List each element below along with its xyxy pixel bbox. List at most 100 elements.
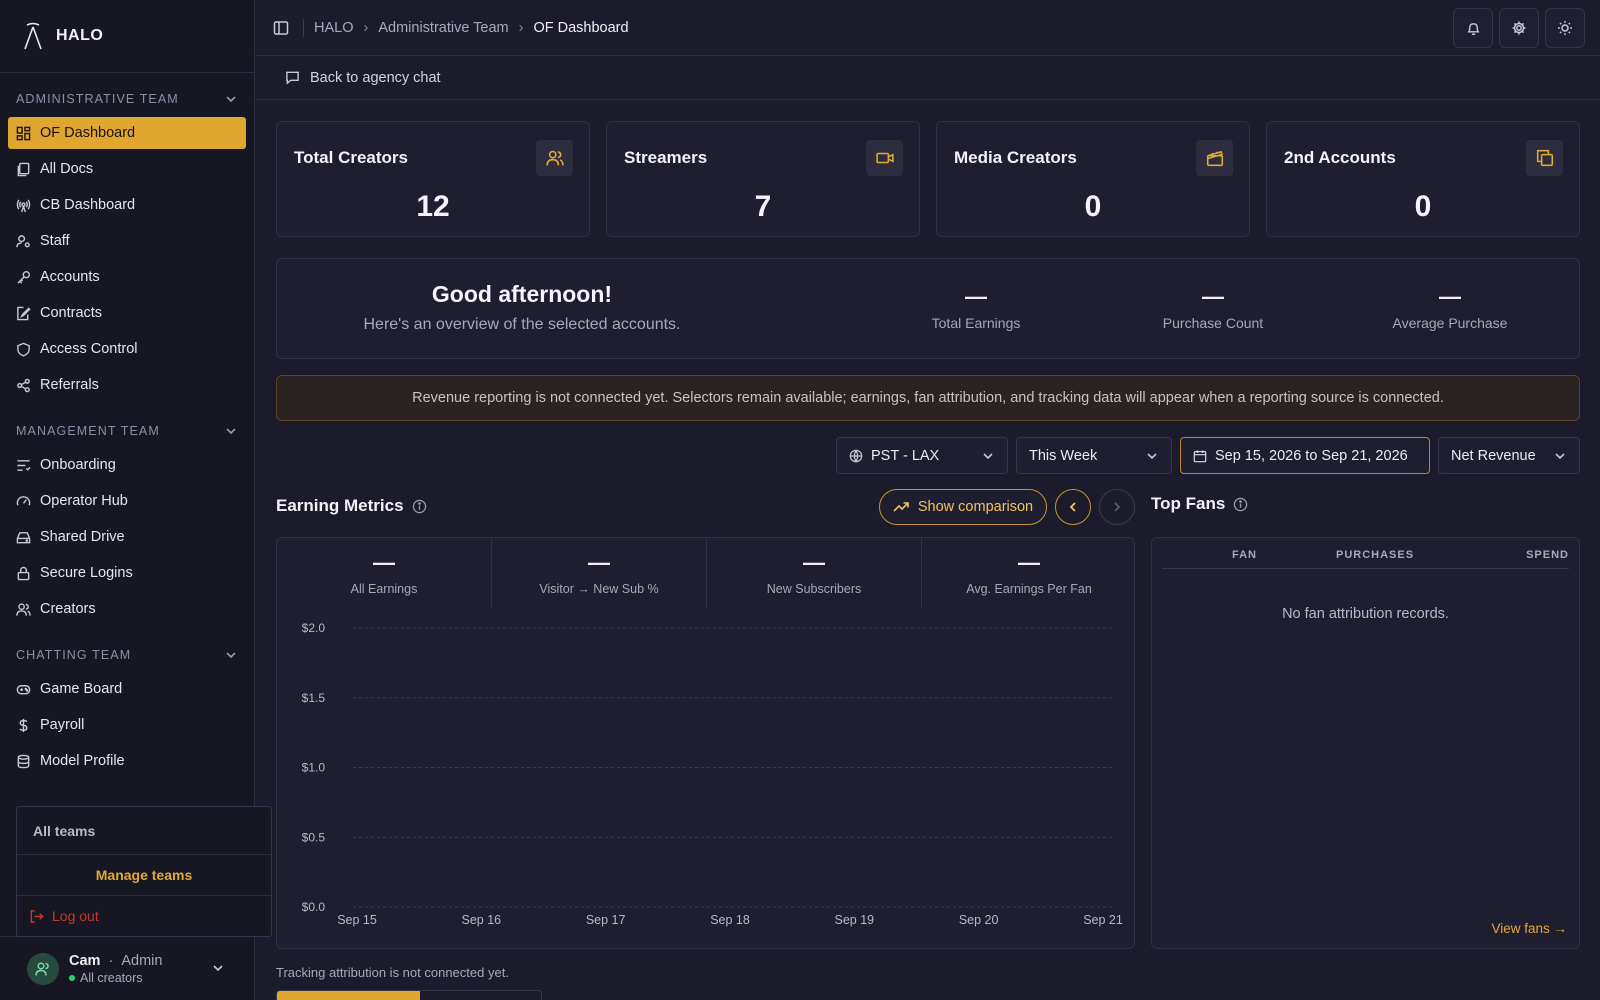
greeting-subtitle: Here's an overview of the selected accou… — [363, 316, 681, 333]
stat-title: Total Creators — [294, 148, 408, 167]
logout-button[interactable]: Log out — [17, 896, 271, 936]
section-chatting-team[interactable]: Chatting Team — [0, 637, 254, 673]
dollar-icon — [19, 718, 28, 732]
notifications-button[interactable] — [1453, 8, 1493, 48]
sidebar-item-all-docs[interactable]: All Docs — [8, 153, 246, 185]
next-period-button[interactable] — [1099, 489, 1135, 525]
users-icon — [545, 150, 564, 166]
x-tick-label: Sep 20 — [959, 913, 999, 927]
sidebar-item-creators[interactable]: Creators — [8, 593, 246, 625]
dashboard-icon — [16, 126, 31, 140]
kpi-label: Visitor → New Sub % — [539, 582, 659, 596]
docs-icon — [17, 162, 30, 176]
stat-card-streamers: Streamers 7 — [606, 121, 920, 237]
team-menu: All teams Manage teams Log out — [16, 806, 272, 937]
tracking-tabs — [276, 990, 542, 1000]
sidebar-item-secure-logins[interactable]: Secure Logins — [8, 557, 246, 589]
sidebar-item-label: Accounts — [40, 269, 100, 285]
settings-button[interactable] — [1499, 8, 1539, 48]
info-icon[interactable] — [1233, 497, 1248, 512]
sidebar-item-label: Contracts — [40, 305, 103, 321]
column-header-fan[interactable]: Fan — [1232, 549, 1257, 561]
sidebar-item-contracts[interactable]: Contracts — [8, 297, 246, 329]
manage-teams-button[interactable]: Manage teams — [17, 855, 271, 896]
tracking-tab-active[interactable] — [277, 991, 420, 1000]
avatar — [27, 952, 59, 985]
top-fans-title: Top Fans — [1151, 494, 1226, 513]
breadcrumb-item[interactable]: HALO — [314, 20, 354, 36]
previous-period-button[interactable] — [1055, 489, 1091, 525]
earning-metrics-card: — All Earnings — Visitor → New Sub % — N… — [276, 537, 1135, 949]
timezone-select[interactable]: PST - LAX — [836, 437, 1008, 474]
sidebar-item-shared-drive[interactable]: Shared Drive — [8, 521, 246, 553]
metric-select[interactable]: Net Revenue — [1438, 437, 1580, 474]
metric-label: Purchase Count — [1162, 315, 1264, 331]
info-icon[interactable] — [412, 499, 427, 514]
period-select[interactable]: This Week — [1016, 437, 1172, 474]
sidebar-item-label: Referrals — [40, 377, 99, 393]
kpi-value: — — [373, 550, 395, 575]
calendar-icon — [1193, 449, 1207, 462]
kpi-all-earnings: — All Earnings — [277, 538, 492, 609]
section-title: Management Team — [16, 424, 160, 438]
chevron-right-icon: › — [363, 19, 369, 36]
show-comparison-button[interactable]: Show comparison — [879, 489, 1047, 525]
section-administrative-team[interactable]: Administrative Team — [0, 81, 254, 117]
view-fans-link[interactable]: View fans → — [1491, 921, 1567, 936]
kpi-label: New Subscribers — [766, 582, 862, 596]
chevron-down-icon — [983, 452, 993, 459]
contract-icon — [17, 306, 31, 320]
top-fans-header: Top Fans — [1151, 494, 1248, 514]
sidebar-item-payroll[interactable]: Payroll — [8, 709, 246, 741]
user-role: Admin — [121, 952, 163, 969]
stat-title: Media Creators — [954, 148, 1077, 167]
sidebar-toggle-icon[interactable] — [273, 20, 289, 36]
sidebar-item-label: Onboarding — [40, 457, 116, 473]
onboarding-icon — [17, 459, 31, 471]
back-to-chat-link[interactable]: Back to agency chat — [255, 56, 1600, 100]
sidebar-item-access-control[interactable]: Access Control — [8, 333, 246, 365]
metric-value: — — [965, 284, 987, 309]
top-bar: HALO › Administrative Team › OF Dashboar… — [255, 0, 1600, 56]
sidebar-item-accounts[interactable]: Accounts — [8, 261, 246, 293]
drive-icon — [16, 531, 31, 543]
earning-metrics-title: Earning Metrics — [276, 496, 404, 515]
kpi-value: — — [588, 550, 610, 575]
stat-icon-box — [1196, 140, 1233, 176]
brand-name: HALO — [56, 27, 104, 44]
breadcrumb-item[interactable]: Administrative Team — [378, 20, 508, 36]
theme-toggle-button[interactable] — [1545, 8, 1585, 48]
sidebar-item-model-profile[interactable]: Model Profile — [8, 745, 246, 777]
sidebar-item-of-dashboard[interactable]: OF Dashboard — [8, 117, 246, 149]
sidebar-item-cb-dashboard[interactable]: CB Dashboard — [8, 189, 246, 221]
date-range-picker[interactable]: Sep 15, 2026 to Sep 21, 2026 — [1180, 437, 1430, 474]
top-actions — [1453, 8, 1585, 48]
column-header-purchases[interactable]: Purchases — [1336, 549, 1414, 561]
user-name-line: Cam · Admin — [69, 953, 162, 969]
x-tick-label: Sep 16 — [462, 913, 502, 927]
sidebar-item-referrals[interactable]: Referrals — [8, 369, 246, 401]
bell-icon — [1466, 22, 1480, 35]
column-header-spend[interactable]: Spend — [1526, 549, 1569, 561]
sidebar-item-staff[interactable]: Staff — [8, 225, 246, 257]
sidebar-item-label: Operator Hub — [40, 493, 128, 509]
user-menu[interactable]: Cam · Admin All creators — [0, 936, 255, 1000]
section-management-team[interactable]: Management Team — [0, 413, 254, 449]
back-to-chat-label: Back to agency chat — [310, 69, 441, 86]
stat-icon-box — [866, 140, 903, 176]
gamepad-icon — [16, 684, 31, 694]
metric-label: Total Earnings — [931, 315, 1021, 331]
copy-icon — [1536, 149, 1553, 167]
sidebar-item-operator-hub[interactable]: Operator Hub — [8, 485, 246, 517]
team-menu-all-teams[interactable]: All teams — [17, 807, 271, 855]
brand[interactable]: HALO — [0, 0, 254, 73]
sidebar-item-label: Access Control — [40, 341, 138, 357]
sidebar-item-label: All Docs — [40, 161, 94, 177]
stat-value: 7 — [754, 190, 772, 223]
sidebar-item-onboarding[interactable]: Onboarding — [8, 449, 246, 481]
kpi-label: Avg. Earnings Per Fan — [966, 582, 1092, 596]
kpi-new-subscribers: — New Subscribers — [707, 538, 922, 609]
chevron-left-icon — [1069, 502, 1076, 512]
sidebar-item-label: Model Profile — [40, 753, 125, 769]
sidebar-item-game-board[interactable]: Game Board — [8, 673, 246, 705]
